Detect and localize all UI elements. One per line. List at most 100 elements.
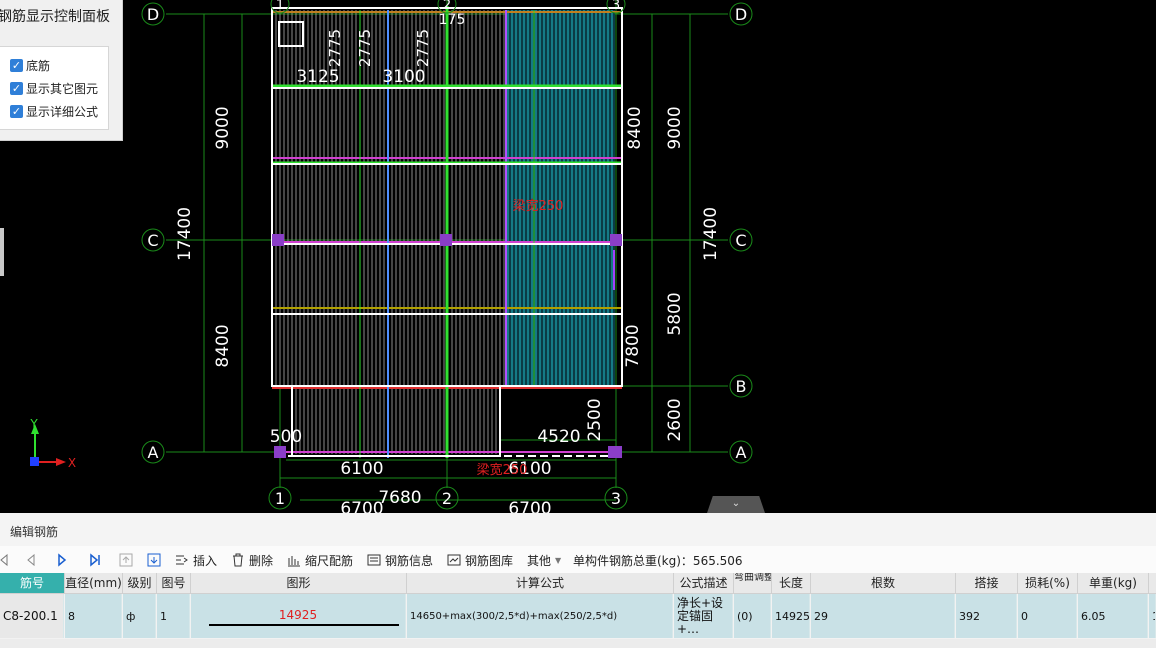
beam-width-label-1: 梁宽250: [513, 198, 564, 214]
svg-text:X: X: [68, 456, 76, 470]
editor-toolbar: 插入 删除 缩尺配筋 钢筋信息 钢筋图库 其他 ▼ 单构件钢筋总重(kg)：565…: [0, 546, 1156, 573]
dim-9000-right: 9000: [665, 106, 685, 149]
option-bottom-bar[interactable]: ✓ 底筋: [10, 56, 50, 74]
first-icon: [0, 553, 8, 567]
dim-8400-left: 8400: [213, 324, 233, 367]
ucs-axis-icon: Y X: [29, 417, 76, 470]
checkbox-checked-icon[interactable]: ✓: [10, 104, 23, 118]
col-header-lap[interactable]: 搭接: [956, 573, 1018, 594]
axis-label-2-bottom: 2: [442, 489, 452, 508]
col-header-unit-weight[interactable]: 单重(kg): [1078, 573, 1149, 594]
cell-extra[interactable]: 1: [1149, 594, 1156, 638]
col-header-more[interactable]: [1149, 573, 1156, 594]
rebar-library-button[interactable]: 钢筋图库: [447, 551, 513, 569]
rebar-info-button[interactable]: 钢筋信息: [367, 551, 433, 569]
cell-shape[interactable]: 14925: [191, 594, 406, 638]
scale-bar-icon: [288, 556, 300, 567]
dim-2775-a: 2775: [326, 29, 344, 67]
library-icon: [447, 554, 461, 566]
chevron-down-icon: ⌄: [731, 498, 741, 509]
next-icon: [58, 553, 67, 567]
collapse-editor-button[interactable]: ⌄: [707, 496, 765, 513]
previous-icon: [27, 553, 35, 567]
axis-label-a-left: A: [148, 443, 159, 462]
other-dropdown[interactable]: 其他 ▼: [527, 551, 561, 569]
dim-9000-left: 9000: [213, 106, 233, 149]
axis-label-3-bottom: 3: [611, 489, 621, 508]
dim-6100-a: 6100: [340, 459, 383, 479]
col-header-loss[interactable]: 损耗(%): [1018, 573, 1078, 594]
axis-label-b-right: B: [736, 377, 747, 396]
option-show-other-elements[interactable]: ✓ 显示其它图元: [10, 79, 98, 97]
dim-3100: 3100: [382, 67, 425, 87]
last-record-button[interactable]: [88, 551, 106, 569]
slab-rebar-plan[interactable]: D D C C B A A 1 2 3 1 2 3 9000 8400 1740…: [0, 0, 1156, 513]
delete-button[interactable]: 删除: [231, 551, 273, 569]
total-weight-label: 单构件钢筋总重(kg)：565.506: [573, 553, 743, 568]
next-record-button[interactable]: [55, 551, 73, 569]
move-down-button[interactable]: [147, 551, 165, 569]
col-header-fig-no[interactable]: 图号: [157, 573, 191, 594]
axis-label-d-left: D: [147, 5, 159, 24]
dim-2600-right: 2600: [665, 398, 685, 441]
table-empty-row: [0, 639, 1156, 648]
dim-6700-a: 6700: [340, 499, 383, 513]
cell-loss[interactable]: 0: [1018, 594, 1077, 638]
cell-lap[interactable]: 392: [956, 594, 1017, 638]
editor-title-bar: 编辑钢筋: [0, 513, 1156, 547]
panel-title: 钢筋显示控制面板: [0, 9, 110, 25]
selection-box-icon: [278, 21, 304, 47]
dim-8400-right: 8400: [625, 106, 645, 149]
left-side-handle[interactable]: [0, 228, 4, 276]
col-header-grade[interactable]: 级别: [123, 573, 157, 594]
cell-bar-no[interactable]: C8-200.1: [0, 594, 64, 638]
beam-width-label-2: 梁宽250: [477, 462, 528, 478]
insert-button[interactable]: 插入: [175, 551, 217, 569]
rebar-shape-line: [209, 624, 399, 626]
col-header-bend[interactable]: 弯曲调整: [734, 573, 772, 594]
dim-2775-c: 2775: [414, 29, 432, 67]
arrow-up-icon: [119, 553, 133, 567]
dim-5800-right: 5800: [665, 292, 685, 335]
cell-length[interactable]: 14925: [772, 594, 810, 638]
cad-drawing-canvas[interactable]: D D C C B A A 1 2 3 1 2 3 9000 8400 1740…: [0, 0, 1156, 513]
dim-6700-b: 6700: [508, 499, 551, 513]
scale-rebar-button[interactable]: 缩尺配筋: [287, 551, 353, 569]
dim-3125: 3125: [296, 67, 339, 87]
dim-7680: 7680: [378, 488, 421, 508]
rebar-display-control-panel: 钢筋显示控制面板 ✓ 底筋 ✓ 显示其它图元 ✓ 显示详细公式: [0, 0, 123, 141]
cell-fig-no[interactable]: 1: [157, 594, 190, 638]
cell-count[interactable]: 29: [811, 594, 955, 638]
previous-record-button[interactable]: [24, 551, 42, 569]
caret-down-icon: ▼: [555, 555, 562, 565]
cell-unit-weight[interactable]: 6.05: [1078, 594, 1148, 638]
option-show-detailed-formula[interactable]: ✓ 显示详细公式: [10, 102, 98, 120]
col-header-formula[interactable]: 计算公式: [407, 573, 674, 594]
checkbox-checked-icon[interactable]: ✓: [10, 58, 23, 72]
dim-17400-right: 17400: [701, 207, 721, 261]
col-header-diameter[interactable]: 直径(mm): [65, 573, 123, 594]
dim-7800-right: 7800: [623, 324, 643, 367]
cell-bend[interactable]: (0): [734, 594, 771, 638]
cell-formula-desc[interactable]: 净长+设定锚固+…: [674, 594, 733, 638]
first-record-button[interactable]: [0, 551, 14, 569]
dim-17400-left: 17400: [175, 207, 195, 261]
axis-label-c-left: C: [147, 231, 158, 250]
col-header-bar-no[interactable]: 筋号: [0, 573, 65, 594]
trash-icon: [233, 553, 243, 567]
info-table-icon: [367, 554, 381, 566]
col-header-count[interactable]: 根数: [811, 573, 956, 594]
col-header-shape[interactable]: 图形: [191, 573, 407, 594]
checkbox-checked-icon[interactable]: ✓: [10, 81, 23, 95]
move-up-button[interactable]: [119, 551, 137, 569]
col-header-formula-desc[interactable]: 公式描述: [674, 573, 734, 594]
panel-options-box: ✓ 底筋 ✓ 显示其它图元 ✓ 显示详细公式: [0, 46, 109, 130]
cell-grade[interactable]: ф: [123, 594, 156, 638]
col-header-length[interactable]: 长度: [772, 573, 811, 594]
cell-diameter[interactable]: 8: [65, 594, 122, 638]
last-icon: [90, 553, 100, 567]
dim-4520: 4520: [537, 427, 580, 447]
cell-formula[interactable]: 14650+max(300/2,5*d)+max(250/2,5*d): [407, 594, 673, 638]
svg-text:Y: Y: [29, 417, 38, 431]
rebar-table: 筋号 直径(mm) 级别 图号 图形 计算公式 公式描述 弯曲调整 长度 根数 …: [0, 573, 1156, 648]
